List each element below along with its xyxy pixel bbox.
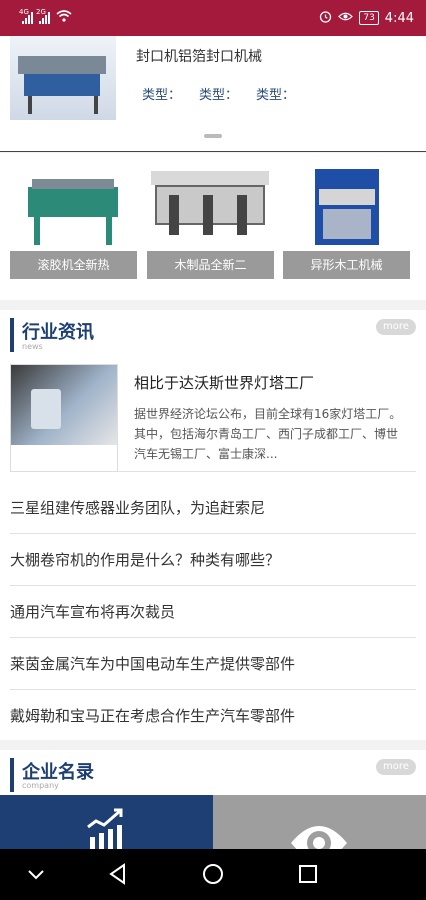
news-section: 行业资讯 news more 相比于达沃斯世界灯塔工厂 据世界经济论坛公布，目前… xyxy=(0,310,426,740)
news-item[interactable]: 大棚卷帘机的作用是什么？种类有哪些？ xyxy=(10,534,416,586)
battery-icon: 73 xyxy=(359,11,379,25)
status-bar: 4G 2G 73 4:44 xyxy=(0,0,426,36)
company-section: 企业名录 company more xyxy=(0,750,426,800)
recents-icon[interactable] xyxy=(295,861,321,887)
news-title: 行业资讯 xyxy=(22,322,94,343)
tab-view[interactable] xyxy=(213,795,426,849)
machine-card-3[interactable]: 异形木工机械 xyxy=(283,165,410,279)
alarm-icon xyxy=(319,10,332,27)
machine-image-1 xyxy=(10,165,137,251)
machine-image-2 xyxy=(147,165,274,251)
machine-card-1[interactable]: 滚胶机全新热 xyxy=(10,165,137,279)
machine-image-3 xyxy=(283,165,410,251)
news-item[interactable]: 戴姆勒和宝马正在考虑合作生产汽车零部件 xyxy=(10,690,416,742)
chart-icon xyxy=(87,808,123,849)
back-icon[interactable] xyxy=(105,861,131,887)
news-feature-image xyxy=(10,364,118,472)
status-right: 73 4:44 xyxy=(319,10,414,27)
company-more-button[interactable]: more xyxy=(376,759,416,775)
drag-handle[interactable] xyxy=(204,134,222,138)
signal-icon: 4G xyxy=(19,8,33,24)
product-image[interactable] xyxy=(10,36,116,120)
network-type-1: 4G xyxy=(19,8,29,16)
news-feature-desc: 据世界经济论坛公布，目前全球有16家灯塔工厂。其中，包括海尔青岛工厂、西门子成都… xyxy=(134,407,402,461)
eye-icon xyxy=(291,826,347,849)
wifi-icon xyxy=(56,10,72,26)
chevron-down-icon[interactable] xyxy=(23,861,49,887)
machine-row: 滚胶机全新热 木制品全新二 异形木工机械 xyxy=(0,153,426,300)
clock: 4:44 xyxy=(384,10,414,26)
eye-status-icon xyxy=(338,11,354,26)
news-feature[interactable]: 相比于达沃斯世界灯塔工厂 据世界经济论坛公布，目前全球有16家灯塔工厂。其中，包… xyxy=(10,364,416,472)
home-icon[interactable] xyxy=(200,861,226,887)
signal-icon-2: 2G xyxy=(36,8,50,24)
machine-label-3: 异形木工机械 xyxy=(283,251,410,279)
product-title[interactable]: 封口机铝箔封口机械 xyxy=(136,36,408,68)
news-item[interactable]: 通用汽车宣布将再次裁员 xyxy=(10,586,416,638)
news-item[interactable]: 三星组建传感器业务团队，为追赶索尼 xyxy=(10,482,416,534)
section-accent-bar xyxy=(10,318,14,352)
product-type-1: 类型： xyxy=(142,88,182,103)
machine-label-2: 木制品全新二 xyxy=(147,251,274,279)
machine-card-2[interactable]: 木制品全新二 xyxy=(147,165,274,279)
news-more-button[interactable]: more xyxy=(376,319,416,335)
news-feature-title: 相比于达沃斯世界灯塔工厂 xyxy=(134,374,315,392)
section-accent-bar xyxy=(10,758,14,792)
machine-label-1: 滚胶机全新热 xyxy=(10,251,137,279)
product-type-3: 类型： xyxy=(256,88,296,103)
product-card[interactable]: 封口机铝箔封口机械 类型： 类型： 类型： xyxy=(0,36,426,152)
product-types: 类型： 类型： 类型： xyxy=(142,84,295,103)
navigation-bar xyxy=(0,849,426,900)
network-type-2: 2G xyxy=(36,8,46,16)
news-item[interactable]: 莱茵金属汽车为中国电动车生产提供零部件 xyxy=(10,638,416,690)
product-title-text: 封口机铝箔封口机械 xyxy=(136,49,262,65)
product-title-overflow xyxy=(136,36,408,46)
status-left: 4G 2G xyxy=(19,8,72,26)
company-subtitle: company xyxy=(22,781,59,790)
tab-chart[interactable] xyxy=(0,795,213,849)
product-type-2: 类型： xyxy=(199,88,239,103)
news-subtitle: news xyxy=(22,342,43,351)
